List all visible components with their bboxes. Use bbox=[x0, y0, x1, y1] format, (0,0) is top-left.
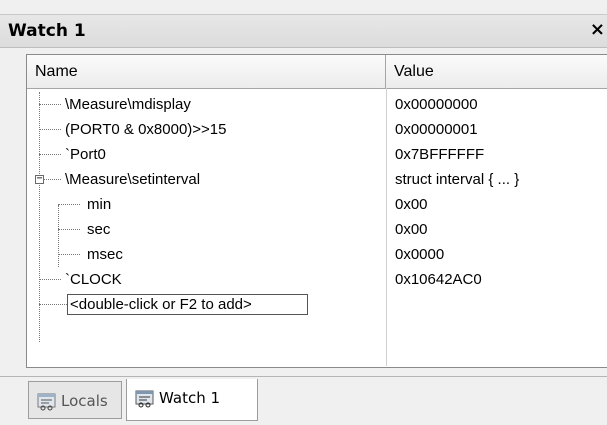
watch-value: 0x00000001 bbox=[395, 121, 478, 138]
watch-row[interactable]: \Measure\mdisplay 0x00000000 bbox=[27, 92, 607, 117]
tree-line bbox=[39, 279, 61, 280]
tab-locals[interactable]: Locals bbox=[28, 381, 122, 419]
watch-row[interactable]: `CLOCK 0x10642AC0 bbox=[27, 267, 607, 292]
watch-value: struct interval { ... } bbox=[395, 171, 520, 188]
struct-member-name: min bbox=[87, 196, 112, 213]
tree-line bbox=[58, 204, 80, 205]
watch-child-row[interactable]: min 0x00 bbox=[27, 192, 607, 217]
watch-grid: Name Value \Measure\mdisplay 0x00000000 … bbox=[26, 54, 607, 368]
column-header-value[interactable]: Value bbox=[386, 55, 607, 88]
watch-value: 0x00 bbox=[395, 221, 428, 238]
add-watch-row[interactable]: <double-click or F2 to add> bbox=[27, 292, 607, 317]
tree-line bbox=[39, 304, 67, 305]
column-header-name[interactable]: Name bbox=[27, 55, 386, 88]
tree-line bbox=[39, 154, 61, 155]
watch-value: 0x00000000 bbox=[395, 96, 478, 113]
close-icon[interactable]: × bbox=[590, 19, 605, 40]
watch-expression: \Measure\setinterval bbox=[65, 171, 201, 188]
watch-value: 0x00 bbox=[395, 196, 428, 213]
struct-member-name: sec bbox=[87, 221, 111, 238]
watch-window: Watch 1 × Name Value \Measure\mdisplay 0… bbox=[0, 0, 607, 425]
watch-value: 0x7BFFFFFF bbox=[395, 146, 485, 163]
watch-window-icon bbox=[135, 390, 154, 408]
grid-header: Name Value bbox=[27, 55, 607, 89]
watch-value: 0x10642AC0 bbox=[395, 271, 482, 288]
watch-row[interactable]: `Port0 0x7BFFFFFF bbox=[27, 142, 607, 167]
tree-line bbox=[39, 104, 61, 105]
tree-line bbox=[58, 254, 80, 255]
watch-row[interactable]: − \Measure\setinterval struct interval {… bbox=[27, 167, 607, 192]
watch-expression: `CLOCK bbox=[65, 271, 122, 288]
tab-strip: Locals Watch 1 bbox=[0, 376, 607, 425]
watch-child-row[interactable]: msec 0x0000 bbox=[27, 242, 607, 267]
watch-window-icon bbox=[37, 393, 56, 411]
tree-line bbox=[39, 129, 61, 130]
struct-member-name: msec bbox=[87, 246, 123, 263]
add-watch-input[interactable]: <double-click or F2 to add> bbox=[67, 294, 308, 315]
watch-expression: `Port0 bbox=[65, 146, 106, 163]
watch-row[interactable]: (PORT0 & 0x8000)>>15 0x00000001 bbox=[27, 117, 607, 142]
tab-label: Watch 1 bbox=[159, 389, 221, 407]
collapse-icon[interactable]: − bbox=[35, 174, 44, 184]
window-title: Watch 1 bbox=[8, 21, 86, 41]
title-bar: Watch 1 × bbox=[0, 14, 607, 48]
tree-line bbox=[44, 179, 61, 180]
watch-expression: (PORT0 & 0x8000)>>15 bbox=[65, 121, 227, 138]
watch-child-row[interactable]: sec 0x00 bbox=[27, 217, 607, 242]
watch-value: 0x0000 bbox=[395, 246, 445, 263]
watch-expression: \Measure\mdisplay bbox=[65, 96, 191, 113]
tab-label: Locals bbox=[61, 392, 108, 410]
tree-line bbox=[58, 229, 80, 230]
tab-watch-1[interactable]: Watch 1 bbox=[126, 379, 258, 421]
